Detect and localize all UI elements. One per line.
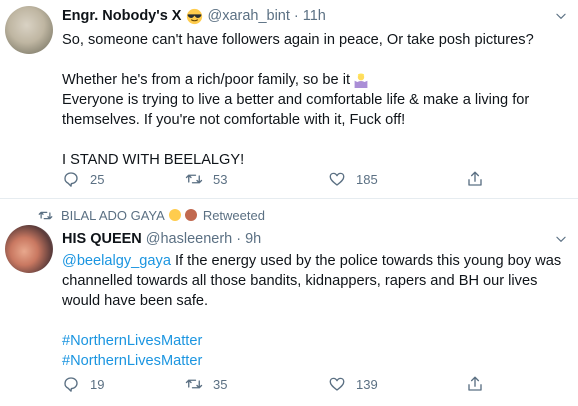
tweet-line-text: If the energy used by the police towards… — [170, 253, 562, 269]
bearded-person-emoji-icon — [184, 209, 197, 221]
retweet-icon — [185, 174, 203, 184]
chevron-down-icon[interactable] — [554, 9, 568, 23]
tweet-line-text: Whether he's from a rich/poor family, so… — [62, 72, 351, 88]
tweet-line: So, someone can't have followers again i… — [62, 32, 534, 48]
reply-button[interactable]: 19 — [62, 375, 104, 393]
person-shrugging-emoji-icon — [353, 72, 369, 89]
user-handle[interactable]: @hasleenerh — [146, 231, 232, 247]
separator-dot: · — [236, 231, 242, 247]
share-button[interactable] — [466, 170, 484, 188]
reply-count: 25 — [90, 171, 105, 187]
baby-emoji-icon — [168, 209, 181, 221]
retweet-icon — [38, 211, 53, 219]
reply-icon — [64, 377, 78, 392]
retweet-count: 35 — [213, 376, 228, 392]
like-button[interactable]: 185 — [328, 170, 378, 188]
tweet-actions: 25 53 185 — [62, 170, 502, 190]
tweet-text: @beelalgy_gaya If the energy used by the… — [62, 251, 574, 371]
like-count: 185 — [356, 171, 378, 187]
share-icon — [468, 171, 482, 186]
like-button[interactable]: 139 — [328, 375, 378, 393]
hashtag-link[interactable]: #NorthernLivesMatter — [62, 333, 202, 349]
avatar[interactable] — [5, 6, 53, 54]
tweet-line: @beelalgy_gaya If the energy used by the… — [62, 251, 574, 271]
tweet-actions: 19 35 139 — [62, 375, 502, 395]
display-name[interactable]: Engr. Nobody's X — [62, 8, 181, 24]
tweet[interactable]: Engr. Nobody's X @xarah_bint · 11h So, s… — [0, 0, 578, 199]
display-name[interactable]: HIS QUEEN — [62, 231, 142, 247]
retweet-button[interactable]: 53 — [185, 170, 227, 188]
share-button[interactable] — [466, 375, 484, 393]
hashtag-link[interactable]: #NorthernLivesMatter — [62, 353, 202, 369]
tweet-header: Engr. Nobody's X @xarah_bint · 11h — [62, 6, 326, 26]
retweet-icon — [185, 379, 203, 389]
separator-dot: · — [293, 8, 299, 24]
tweet-line: #NorthernLivesMatter — [62, 331, 574, 351]
tweet-line: Whether he's from a rich/poor family, so… — [62, 70, 574, 90]
tweet-line: I STAND WITH BEELALGY! — [62, 152, 245, 168]
tweet-line: would have been safe. — [62, 293, 209, 309]
sunglasses-emoji-icon — [186, 8, 203, 25]
tweet-line — [62, 50, 574, 70]
tweet-line-blank — [62, 311, 574, 331]
tweet-line: Everyone is trying to live a better and … — [62, 92, 530, 108]
mention-link[interactable]: @beelalgy_gaya — [62, 253, 171, 269]
tweet-line: #NorthernLivesMatter — [62, 351, 574, 371]
share-icon — [468, 376, 482, 391]
chevron-down-icon[interactable] — [554, 232, 568, 246]
like-count: 139 — [356, 376, 378, 392]
tweet-line — [62, 130, 574, 150]
avatar[interactable] — [5, 225, 53, 273]
retweeted-label: Retweeted — [202, 207, 265, 223]
tweet-timestamp[interactable]: 9h — [245, 231, 261, 247]
tweet-header: HIS QUEEN @hasleenerh · 9h — [62, 229, 261, 249]
retweet-count: 53 — [213, 171, 228, 187]
reply-count: 19 — [90, 376, 105, 392]
user-handle[interactable]: @xarah_bint — [207, 8, 289, 24]
tweet-text: So, someone can't have followers again i… — [62, 30, 574, 170]
tweet-line: themselves. If you're not comfortable wi… — [62, 112, 406, 128]
retweeter-name[interactable]: BILAL ADO GAYA — [61, 208, 165, 223]
heart-icon — [329, 172, 345, 186]
heart-icon — [329, 377, 345, 391]
retweet-button[interactable]: 35 — [185, 375, 227, 393]
retweeted-by-row: BILAL ADO GAYA Retweeted — [38, 207, 265, 223]
reply-button[interactable]: 25 — [62, 170, 104, 188]
reply-icon — [64, 172, 78, 187]
tweet-line: channelled towards all those bandits, ki… — [62, 273, 538, 289]
tweet-timestamp[interactable]: 11h — [303, 8, 326, 24]
